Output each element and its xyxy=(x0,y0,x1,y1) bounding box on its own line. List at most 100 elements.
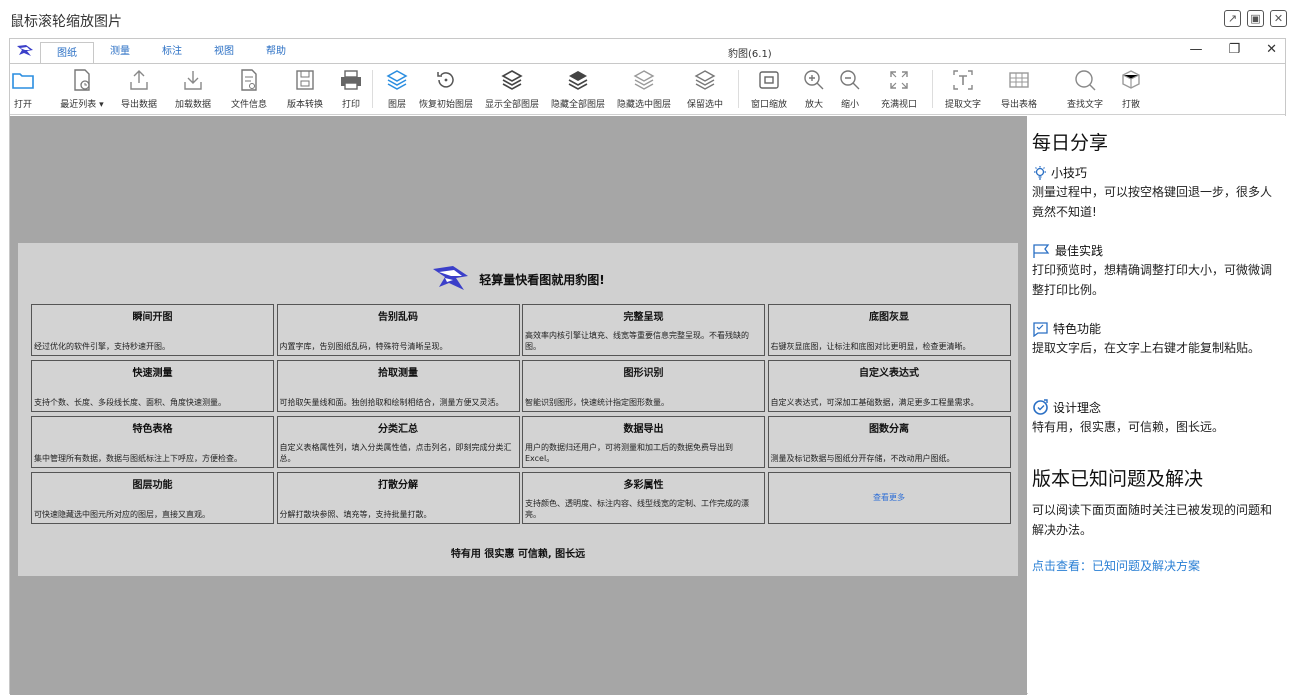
explode-button[interactable]: 打散 xyxy=(1118,66,1144,114)
feature-desc: 内置字库，告别图纸乱码，特殊符号清晰呈现。 xyxy=(279,342,448,351)
export-icon xyxy=(130,70,148,90)
print-button[interactable]: 打印 xyxy=(338,66,364,114)
zoom-out-icon xyxy=(840,70,860,90)
restore-window-icon[interactable]: ❐ xyxy=(1228,42,1240,57)
welcome-footer: 特有用 很实惠 可信赖, 图长远 xyxy=(450,549,586,560)
feature-title: 瞬间开图 xyxy=(132,312,173,323)
feature-section-text: 提取文字后，在文字上右键才能复制粘贴。 xyxy=(1032,341,1261,355)
leopard-logo-icon[interactable] xyxy=(10,39,40,63)
explode-icon xyxy=(1122,70,1140,89)
tip-header: 小技巧 xyxy=(1032,164,1278,181)
show-layers-icon xyxy=(501,70,523,90)
fit-view-icon xyxy=(890,71,908,89)
feature-title: 分类汇总 xyxy=(378,424,418,435)
feature-header: 特色功能 xyxy=(1032,320,1278,337)
find-text-icon xyxy=(1075,70,1096,91)
open-button[interactable]: 打开 xyxy=(12,66,34,114)
feature-desc: 可快速隐藏选中图元所对应的图层，直接又直观。 xyxy=(34,510,210,519)
ribbon-tab-bar: 图纸 测量 标注 视图 帮助 xyxy=(10,39,1285,64)
restore-layers-label: 恢复初始图层 xyxy=(418,100,473,110)
feature-icon xyxy=(1033,321,1048,337)
export-data-label: 导出数据 xyxy=(120,100,157,110)
feature-title: 数据导出 xyxy=(623,424,664,435)
welcome-title: 轻算量快看图就用豹图! xyxy=(479,272,605,287)
load-data-button[interactable]: 加载数据 xyxy=(170,66,216,114)
hide-selected-layers-label: 隐藏选中图层 xyxy=(616,100,671,110)
daily-share-sidebar: 每日分享 小技巧 测量过程中，可以按空格键回退一步，很多人竟然不知道! 最佳实践… xyxy=(1028,116,1286,695)
restore-layers-button[interactable]: 恢复初始图层 xyxy=(416,66,476,114)
feature-title: 快速测量 xyxy=(132,368,173,379)
feature-card: 自定义表达式 自定义表达式，可深加工基础数据，满足更多工程量需求。 xyxy=(767,360,1011,412)
ribbon-toolbar: 打开 最近列表 ▾ 导出数据 加载数据 文件信息 版本转换 打印 图层 恢复初始… xyxy=(10,63,1285,115)
tab-help[interactable]: 帮助 xyxy=(250,41,302,63)
feature-grid: 瞬间开图 经过优化的软件引擎，支持秒速开图。 告别乱码 内置字库，告别图纸乱码，特殊… xyxy=(31,304,1011,524)
feature-desc: 支持颜色、透明度、标注内容、线型线宽的定制、工作完成的漂亮。 xyxy=(525,499,749,519)
show-all-layers-button[interactable]: 显示全部图层 xyxy=(482,66,542,114)
feature-desc: 集中管理所有数据，数据与图纸标注上下呼应，方便检查。 xyxy=(34,454,242,463)
version-convert-button[interactable]: 版本转换 xyxy=(282,66,328,114)
flag-icon xyxy=(1033,243,1050,258)
maximize-icon[interactable]: ▣ xyxy=(1247,10,1264,27)
design-text: 特有用，很实惠，可信赖，图长远。 xyxy=(1032,420,1225,434)
feature-card: 打散分解 分解打散块参照、填充等，支持批量打散。 xyxy=(276,472,520,524)
tip-title: 小技巧 xyxy=(1051,166,1088,180)
import-icon xyxy=(184,71,202,90)
tab-annotate[interactable]: 标注 xyxy=(146,41,198,63)
hide-all-layers-label: 隐藏全部图层 xyxy=(550,100,605,110)
layers-button[interactable]: 图层 xyxy=(384,66,410,114)
popout-icon[interactable]: ↗ xyxy=(1224,10,1241,27)
drawing-canvas[interactable]: 轻算量快看图就用豹图! 瞬间开图 经过优化的软件引擎，支持秒速开图。 告别乱码 内置… xyxy=(10,116,1027,695)
app-close-icon[interactable]: ✕ xyxy=(1266,42,1277,57)
feature-card: 告别乱码 内置字库，告别图纸乱码，特殊符号清晰呈现。 xyxy=(276,304,520,356)
fit-view-button[interactable]: 充满视口 xyxy=(876,66,922,114)
feature-card: 多彩属性支持颜色、透明度、标注内容、线型线宽的定制、工作完成的漂亮。 xyxy=(522,472,765,524)
tip-section: 小技巧 测量过程中，可以按空格键回退一步，很多人竟然不知道! xyxy=(1032,164,1278,222)
hide-selected-layers-button[interactable]: 隐藏选中图层 xyxy=(614,66,674,114)
feature-desc: 自定义表格属性列，填入分类属性值，点击列名，即刻完成分类汇总。 xyxy=(279,443,512,463)
export-table-button[interactable]: 导出表格 xyxy=(996,66,1042,114)
feature-desc: 分解打散块参照、填充等，支持批量打散。 xyxy=(279,510,432,519)
zoom-out-button[interactable]: 缩小 xyxy=(838,66,862,114)
welcome-header: 轻算量快看图就用豹图! xyxy=(18,263,1018,295)
feature-title: 多彩属性 xyxy=(623,480,664,491)
folder-icon xyxy=(12,73,34,89)
outer-titlebar: 鼠标滚轮缩放图片 ↗ ▣ ✕ xyxy=(0,0,1291,38)
feature-desc: 高效率内核引擎让填充、线宽等重要信息完整呈现。不看残缺的图。 xyxy=(525,331,749,351)
toolbar-separator xyxy=(738,70,739,108)
open-label: 打开 xyxy=(13,100,32,110)
recent-list-button[interactable]: 最近列表 ▾ xyxy=(52,66,112,114)
feature-desc: 智能识别图形，快速统计指定图形数量。 xyxy=(525,398,669,407)
tab-view[interactable]: 视图 xyxy=(198,41,250,63)
leopard-logo-icon xyxy=(433,266,469,290)
keep-selected-icon xyxy=(694,70,716,90)
feature-card: 拾取测量 可拾取矢量线和面。独创拾取和绘制相结合，测量方便又灵活。 xyxy=(276,360,520,412)
see-more-card[interactable]: 查看更多 xyxy=(767,472,1011,524)
design-title: 设计理念 xyxy=(1053,400,1102,415)
feature-card: 快速测量支持个数、长度、多段线长度、面积、角度快速测量。 xyxy=(31,360,274,412)
issues-text: 可以阅读下面页面随时关注已被发现的问题和解决办法。 xyxy=(1032,503,1273,537)
sidebar-title: 每日分享 xyxy=(1032,132,1109,154)
hide-all-layers-button[interactable]: 隐藏全部图层 xyxy=(548,66,608,114)
see-more-link[interactable]: 查看更多 xyxy=(769,492,1010,503)
feature-desc: 支持个数、长度、多段线长度、面积、角度快速测量。 xyxy=(34,398,226,407)
tab-drawing[interactable]: 图纸 xyxy=(40,42,94,64)
export-data-button[interactable]: 导出数据 xyxy=(116,66,162,114)
feature-card: 完整呈现 高效率内核引擎让填充、线宽等重要信息完整呈现。不看残缺的图。 xyxy=(522,304,765,356)
show-all-layers-label: 显示全部图层 xyxy=(484,100,539,110)
issues-link[interactable]: 点击查看：已知问题及解决方案 xyxy=(1032,557,1200,574)
export-table-label: 导出表格 xyxy=(1000,100,1037,110)
feature-card: 图形识别 智能识别图形，快速统计指定图形数量。 xyxy=(522,360,765,412)
file-info-button[interactable]: 文件信息 xyxy=(226,66,272,114)
zoom-in-icon xyxy=(804,70,824,90)
keep-selected-button[interactable]: 保留选中 xyxy=(682,66,728,114)
document-title: 豹图(6.1) xyxy=(728,49,772,60)
layers-icon xyxy=(386,70,408,90)
window-zoom-button[interactable]: 窗口缩放 xyxy=(746,66,792,114)
minimize-icon[interactable]: — xyxy=(1189,42,1202,57)
feature-card: 图层功能 可快速隐藏选中图元所对应的图层，直接又直观。 xyxy=(31,472,274,524)
close-icon[interactable]: ✕ xyxy=(1270,10,1287,27)
extract-text-button[interactable]: 提取文字 xyxy=(940,66,986,114)
tab-measure[interactable]: 测量 xyxy=(94,41,146,63)
zoom-in-button[interactable]: 放大 xyxy=(802,66,826,114)
find-text-button[interactable]: 查找文字 xyxy=(1062,66,1108,114)
